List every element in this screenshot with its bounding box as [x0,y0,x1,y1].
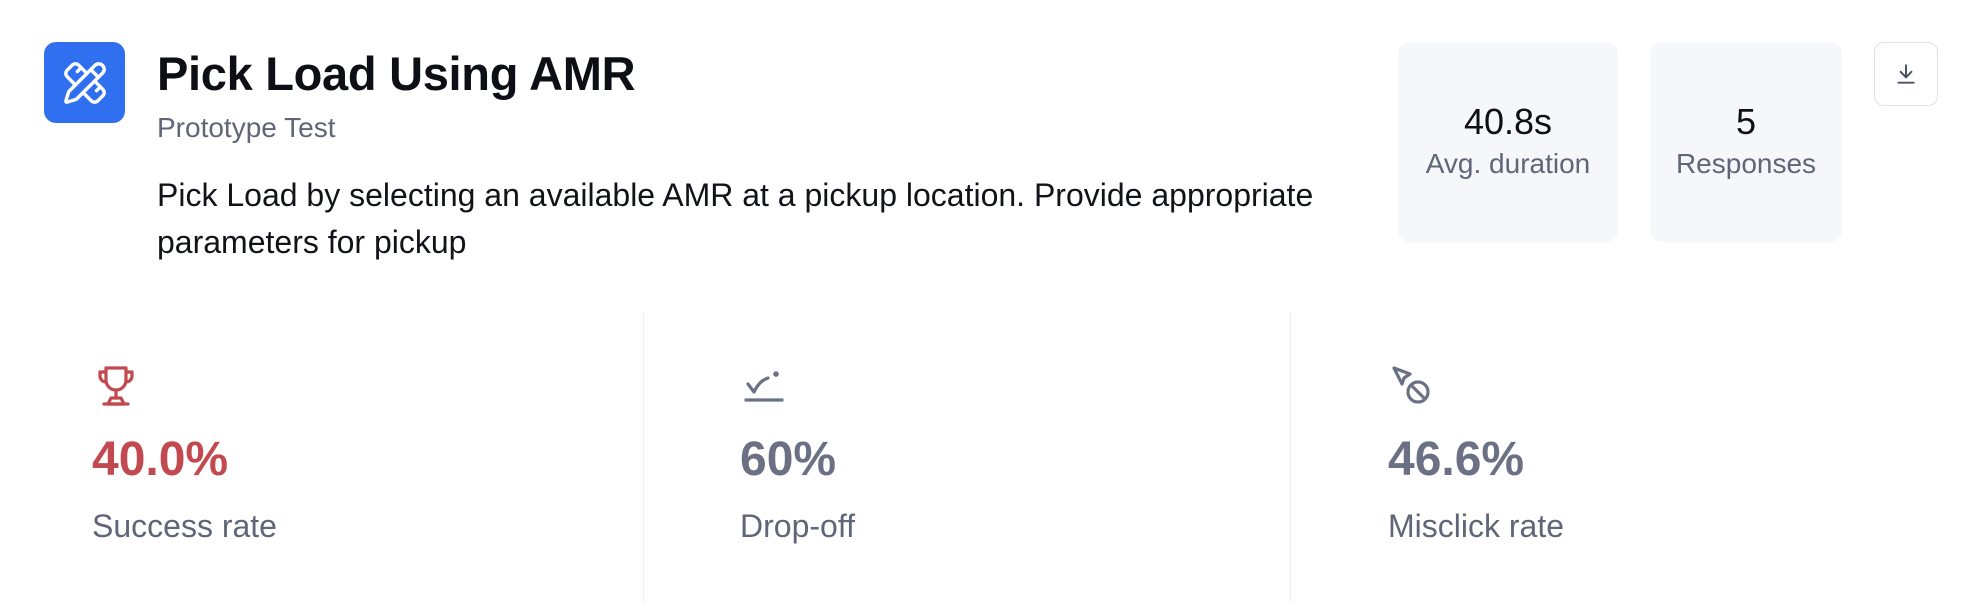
page-title: Pick Load Using AMR [157,47,636,100]
avg-duration-label: Avg. duration [1425,148,1591,179]
download-icon [1897,64,1915,84]
misclick-icon [1392,366,1430,404]
drop-off-label: Drop-off [740,508,856,544]
responses-label: Responses [1675,148,1817,179]
avg-duration-card: 40.8s Avg. duration [1398,42,1618,242]
drop-off-icon [744,371,784,402]
trophy-icon [98,366,134,406]
metrics-row: 40.0% Success rate 60% Drop-off 46.6% Mi… [0,312,1938,608]
download-button[interactable] [1874,42,1938,106]
responses-card: 5 Responses [1650,42,1842,242]
misclick-rate-value: 46.6% [1388,433,1525,486]
app-icon [44,42,125,123]
success-rate-value: 40.0% [92,433,229,486]
success-rate-label: Success rate [92,508,277,544]
task-description: Pick Load by selecting an available AMR … [157,177,1314,260]
responses-value: 5 [1735,101,1757,142]
avg-duration-value: 40.8s [1463,101,1553,142]
page-subtitle: Prototype Test [157,112,336,143]
pencil-ruler-icon [63,61,106,104]
misclick-rate-label: Misclick rate [1388,508,1565,544]
drop-off-value: 60% [740,433,837,486]
